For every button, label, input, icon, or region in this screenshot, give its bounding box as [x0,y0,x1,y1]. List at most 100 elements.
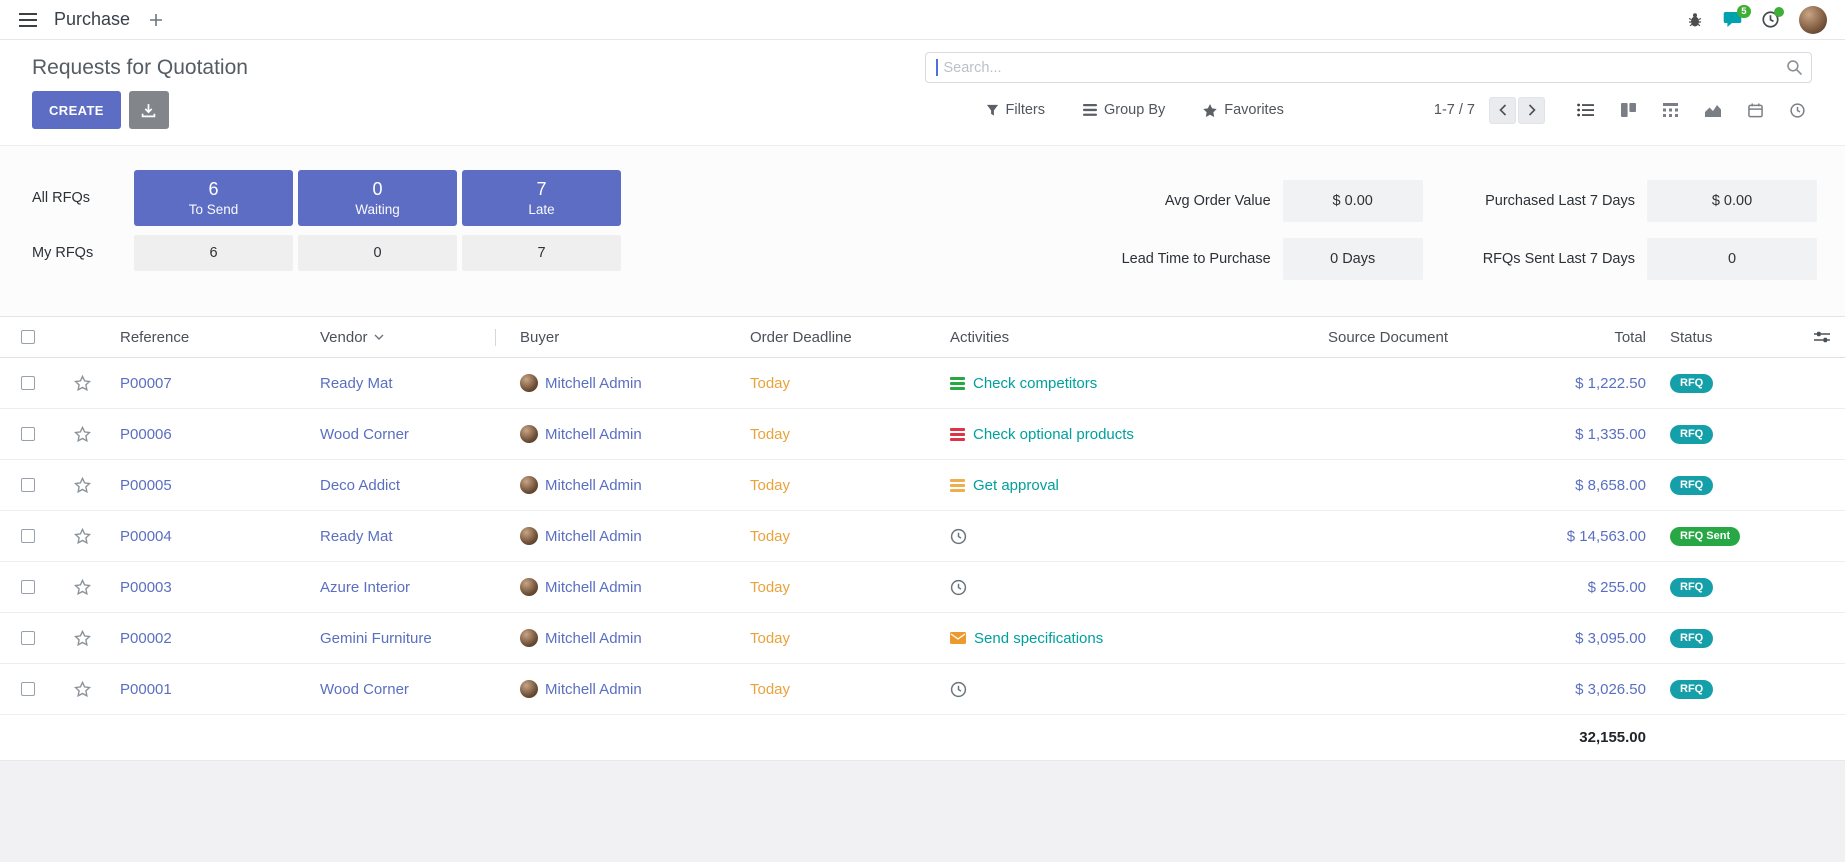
vendor-cell: Gemini Furniture [308,630,508,647]
list-view-icon[interactable] [1577,103,1594,117]
reference-link[interactable]: P00003 [108,579,308,596]
favorite-star-icon[interactable] [74,630,91,646]
buyer-avatar [520,680,538,698]
kanban-view-icon[interactable] [1621,103,1636,117]
reference-link[interactable]: P00006 [108,426,308,443]
buyer-cell: Mitchell Admin [508,476,738,494]
total-cell: $ 3,095.00 [1508,630,1658,647]
table-row[interactable]: P00006 Wood Corner Mitchell Admin Today … [0,409,1845,460]
messages-icon[interactable]: 5 [1723,11,1742,28]
row-checkbox[interactable] [21,529,35,543]
row-checkbox[interactable] [21,682,35,696]
header-status[interactable]: Status [1658,329,1798,346]
header-reference[interactable]: Reference [108,329,308,346]
optional-columns-button[interactable] [1798,330,1845,344]
status-cell: RFQ [1658,577,1798,597]
activity-cell[interactable]: Check competitors [938,375,1268,392]
activities-count-badge [1774,7,1784,17]
favorite-star-icon[interactable] [74,426,91,442]
buyer-cell: Mitchell Admin [508,578,738,596]
deadline-cell: Today [738,528,938,545]
calendar-view-icon[interactable] [1748,103,1763,118]
activity-icon [950,428,965,441]
table-row[interactable]: P00003 Azure Interior Mitchell Admin Tod… [0,562,1845,613]
table-footer: 32,155.00 [0,715,1845,760]
filters-button[interactable]: Filters [986,102,1045,118]
vendor-cell: Ready Mat [308,528,508,545]
header-total[interactable]: Total [1508,329,1658,346]
my-waiting-cell[interactable]: 0 [298,235,457,271]
activity-view-icon[interactable] [1790,103,1805,118]
favorite-star-icon[interactable] [74,477,91,493]
search-icon[interactable] [1786,59,1803,76]
pivot-view-icon[interactable] [1663,103,1678,117]
favorite-star-icon[interactable] [74,681,91,697]
purchase-dashboard: All RFQs 6 To Send 0 Waiting 7 Late My R… [0,146,1845,316]
activity-cell[interactable]: Check optional products [938,426,1268,443]
all-rfqs-label: All RFQs [32,190,129,206]
create-button[interactable]: CREATE [32,91,121,129]
activity-cell[interactable]: Get approval [938,477,1268,494]
my-to-send-cell[interactable]: 6 [134,235,293,271]
deadline-cell: Today [738,630,938,647]
debug-bug-icon[interactable] [1687,12,1703,28]
app-name[interactable]: Purchase [54,9,130,30]
vendor-cell: Ready Mat [308,375,508,392]
favorites-button[interactable]: Favorites [1203,102,1284,118]
deadline-cell: Today [738,375,938,392]
select-all-checkbox[interactable] [21,330,35,344]
reference-link[interactable]: P00001 [108,681,308,698]
status-badge: RFQ [1670,629,1713,648]
reference-link[interactable]: P00007 [108,375,308,392]
control-panel: Requests for Quotation CREATE Filters Gr… [0,40,1845,146]
header-order-deadline[interactable]: Order Deadline [738,329,938,346]
add-icon[interactable] [150,14,162,26]
reference-link[interactable]: P00005 [108,477,308,494]
late-card[interactable]: 7 Late [462,170,621,226]
search-input[interactable] [938,60,1787,76]
user-avatar[interactable] [1799,6,1827,34]
row-checkbox[interactable] [21,376,35,390]
row-checkbox[interactable] [21,631,35,645]
activity-clock-icon [950,528,967,545]
table-row[interactable]: P00005 Deco Addict Mitchell Admin Today … [0,460,1845,511]
header-vendor[interactable]: Vendor [320,329,496,346]
activity-cell[interactable]: Send specifications [938,630,1268,647]
activity-cell[interactable] [938,528,1268,545]
status-cell: RFQ [1658,424,1798,444]
search-box[interactable] [925,52,1812,83]
pager-range[interactable]: 1-7 / 7 [1434,102,1475,118]
pager-next-button[interactable] [1518,97,1545,124]
table-row[interactable]: P00004 Ready Mat Mitchell Admin Today $ … [0,511,1845,562]
group-by-button[interactable]: Group By [1083,102,1165,118]
my-late-cell[interactable]: 7 [462,235,621,271]
graph-view-icon[interactable] [1705,103,1721,117]
top-navbar: Purchase 5 [0,0,1845,40]
favorite-star-icon[interactable] [74,375,91,391]
waiting-card[interactable]: 0 Waiting [298,170,457,226]
row-checkbox[interactable] [21,427,35,441]
table-row[interactable]: P00007 Ready Mat Mitchell Admin Today Ch… [0,358,1845,409]
header-source-document[interactable]: Source Document [1268,329,1508,346]
favorite-star-icon[interactable] [74,579,91,595]
reference-link[interactable]: P00002 [108,630,308,647]
row-checkbox[interactable] [21,478,35,492]
activity-cell[interactable] [938,681,1268,698]
reference-link[interactable]: P00004 [108,528,308,545]
export-button[interactable] [129,91,169,129]
table-row[interactable]: P00001 Wood Corner Mitchell Admin Today … [0,664,1845,715]
header-buyer[interactable]: Buyer [508,329,738,346]
table-row[interactable]: P00002 Gemini Furniture Mitchell Admin T… [0,613,1845,664]
my-rfqs-label: My RFQs [32,245,129,261]
menu-toggle-icon[interactable] [18,12,38,28]
to-send-card[interactable]: 6 To Send [134,170,293,226]
row-checkbox[interactable] [21,580,35,594]
activities-clock-icon[interactable] [1762,11,1779,28]
favorite-star-icon[interactable] [74,528,91,544]
pager-previous-button[interactable] [1489,97,1516,124]
activity-mail-icon [950,632,966,644]
header-activities[interactable]: Activities [938,329,1268,346]
activity-cell[interactable] [938,579,1268,596]
vendor-cell: Deco Addict [308,477,508,494]
status-badge: RFQ [1670,680,1713,699]
